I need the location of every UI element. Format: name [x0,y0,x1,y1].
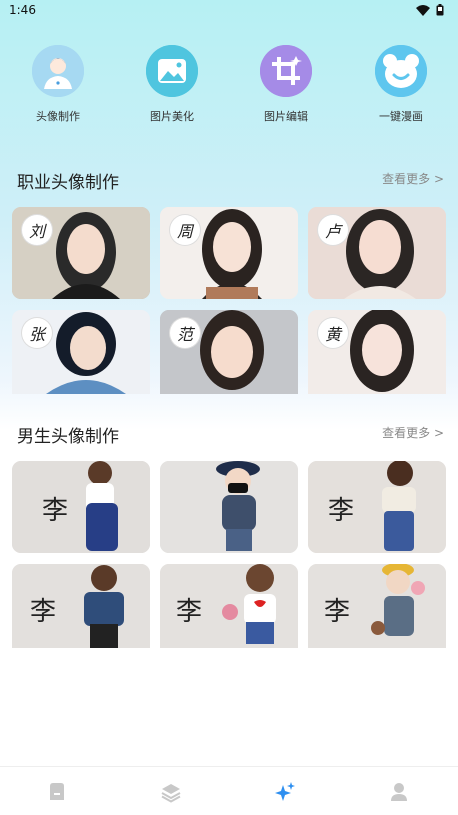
section-title-professional: 职业头像制作 [17,173,119,193]
avatar-card[interactable]: 卢 [308,207,446,299]
tool-row: 头像制作 图片美化 图片编辑 一键漫画 [0,45,458,135]
calligraphy-mark: 李 [176,597,202,627]
see-more-professional[interactable]: 查看更多 > [382,170,444,187]
avatar-card[interactable]: 周 [160,207,298,299]
surname-badge: 周 [170,215,200,245]
avatar-card[interactable]: 李 [160,564,298,648]
wifi-icon [416,4,430,16]
layers-icon [161,784,181,803]
tool-label: 一键漫画 [379,110,423,123]
tool-label: 图片编辑 [264,110,308,123]
bottom-nav [0,766,458,815]
tool-label: 图片美化 [150,110,194,123]
calligraphy-mark: 李 [42,496,68,526]
see-more-boy[interactable]: 查看更多 > [382,424,444,441]
surname-badge: 黄 [318,318,348,348]
nav-create[interactable] [273,780,297,804]
surname-badge: 刘 [22,215,52,245]
calligraphy-mark: 李 [30,597,56,627]
tool-one-click-comic[interactable]: 一键漫画 [356,45,446,124]
section-title-boy: 男生头像制作 [17,427,119,447]
avatar-card[interactable]: 范 [160,310,298,394]
surname-badge: 张 [22,318,52,348]
profile-icon [391,783,407,801]
avatar-card[interactable]: 李 [12,461,150,553]
avatar-card[interactable]: 黄 [308,310,446,394]
tool-avatar-maker[interactable]: 头像制作 [13,45,103,124]
nav-home[interactable] [45,780,69,804]
surname-badge: 范 [170,318,200,348]
boy-avatar-grid: 李 李 李 李 李 [12,461,446,651]
calligraphy-mark: 李 [324,597,350,627]
tool-image-edit[interactable]: 图片编辑 [241,45,331,124]
status-bar: 1:46 [0,0,458,22]
avatar-card[interactable]: 李 [308,461,446,553]
bear-icon [375,45,427,97]
nav-profile[interactable] [387,780,411,804]
avatar-card[interactable] [160,461,298,553]
professional-avatar-grid: 刘 周 卢 张 范 黄 [12,207,446,397]
status-time: 1:46 [9,3,36,17]
sparkle-icon [275,782,295,801]
calligraphy-mark: 李 [328,496,354,526]
avatar-icon [32,45,84,97]
surname-badge: 卢 [318,215,348,245]
nav-layers[interactable] [159,780,183,804]
avatar-card[interactable]: 李 [308,564,446,648]
avatar-card[interactable]: 刘 [12,207,150,299]
avatar-card[interactable]: 张 [12,310,150,394]
battery-icon [436,4,444,16]
avatar-card[interactable]: 李 [12,564,150,648]
image-icon [146,45,198,97]
tool-image-beautify[interactable]: 图片美化 [127,45,217,124]
home-icon [50,783,64,800]
crop-icon [260,45,312,97]
tool-label: 头像制作 [36,110,80,123]
